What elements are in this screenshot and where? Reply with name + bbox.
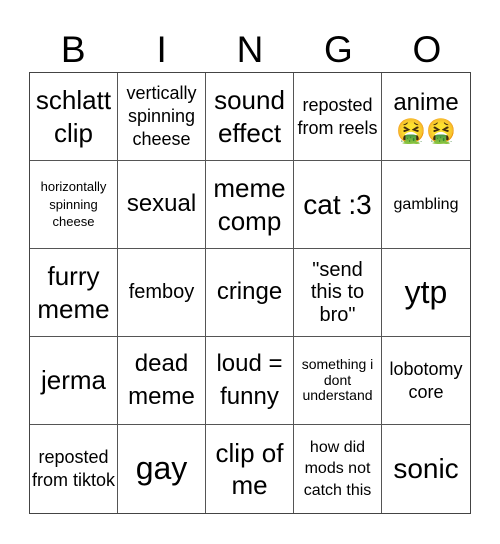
cell-text: schlatt clip [35, 85, 112, 148]
header-letter-i: I [156, 29, 167, 70]
cell-text: horizontally spinning cheese [40, 178, 107, 230]
bingo-cell[interactable]: femboy [118, 249, 206, 337]
cell-text: femboy [128, 281, 195, 304]
bingo-cell[interactable]: gambling [382, 161, 470, 249]
cell-text: "send this to bro" [310, 258, 365, 326]
cell-text: cat :3 [303, 188, 372, 220]
bingo-cell[interactable]: furry meme [30, 249, 118, 337]
header-letter-b: B [60, 29, 86, 70]
bingo-cell[interactable]: vertically spinning cheese [118, 73, 206, 161]
face-vomiting-icon: 🤮🤮 [396, 118, 456, 146]
cell-text: clip of me [215, 437, 284, 501]
header-letter-g: G [324, 29, 353, 70]
cell-text: vertically spinning cheese [126, 83, 197, 149]
cell-text: jerma [40, 365, 106, 396]
bingo-cell[interactable]: sonic [382, 425, 470, 513]
cell-text: furry meme [37, 261, 110, 324]
bingo-cell[interactable]: how did mods not catch this [294, 425, 382, 513]
bingo-cell[interactable]: lobotomy core [382, 337, 470, 425]
cell-text: sexual [126, 190, 197, 218]
cell-text: meme comp [213, 173, 286, 236]
cell-text: cringe [216, 278, 283, 306]
bingo-cell[interactable]: loud = funny [206, 337, 294, 425]
bingo-cell[interactable]: dead meme [118, 337, 206, 425]
bingo-grid: schlatt clip vertically spinning cheese … [29, 72, 471, 514]
bingo-cell[interactable]: meme comp [206, 161, 294, 249]
header-letter-n: N [236, 29, 264, 70]
bingo-cell[interactable]: reposted from tiktok [30, 425, 118, 513]
cell-text: sound effect [214, 85, 285, 148]
bingo-cell[interactable]: clip of me [206, 425, 294, 513]
bingo-cell[interactable]: anime 🤮🤮 [382, 73, 470, 161]
header-letter-o: O [412, 29, 442, 70]
bingo-cell[interactable]: horizontally spinning cheese [30, 161, 118, 249]
bingo-cell[interactable]: schlatt clip [30, 73, 118, 161]
bingo-cell[interactable]: gay [118, 425, 206, 513]
bingo-cell[interactable]: sound effect [206, 73, 294, 161]
bingo-cell[interactable]: "send this to bro" [294, 249, 382, 337]
bingo-cell[interactable]: ytp [382, 249, 470, 337]
cell-text: something i dont understand [301, 355, 374, 404]
bingo-cell[interactable]: jerma [30, 337, 118, 425]
cell-text: gambling [393, 195, 459, 213]
cell-text: loud = funny [216, 350, 283, 410]
bingo-cell[interactable]: reposted from reels [294, 73, 382, 161]
cell-text: dead meme [128, 350, 195, 410]
cell-text: sonic [393, 453, 459, 485]
cell-text: ytp [404, 273, 448, 310]
cell-text: anime [393, 88, 459, 116]
bingo-cell[interactable]: cat :3 [294, 161, 382, 249]
cell-text: gay [135, 450, 188, 487]
cell-text: reposted from reels [297, 94, 378, 138]
cell-text: reposted from tiktok [32, 447, 116, 490]
cell-text: how did mods not catch this [303, 439, 372, 499]
bingo-cell[interactable]: sexual [118, 161, 206, 249]
bingo-cell[interactable]: cringe [206, 249, 294, 337]
bingo-header: B I N G O [29, 28, 471, 72]
bingo-cell[interactable]: something i dont understand [294, 337, 382, 425]
cell-text: lobotomy core [389, 358, 463, 402]
